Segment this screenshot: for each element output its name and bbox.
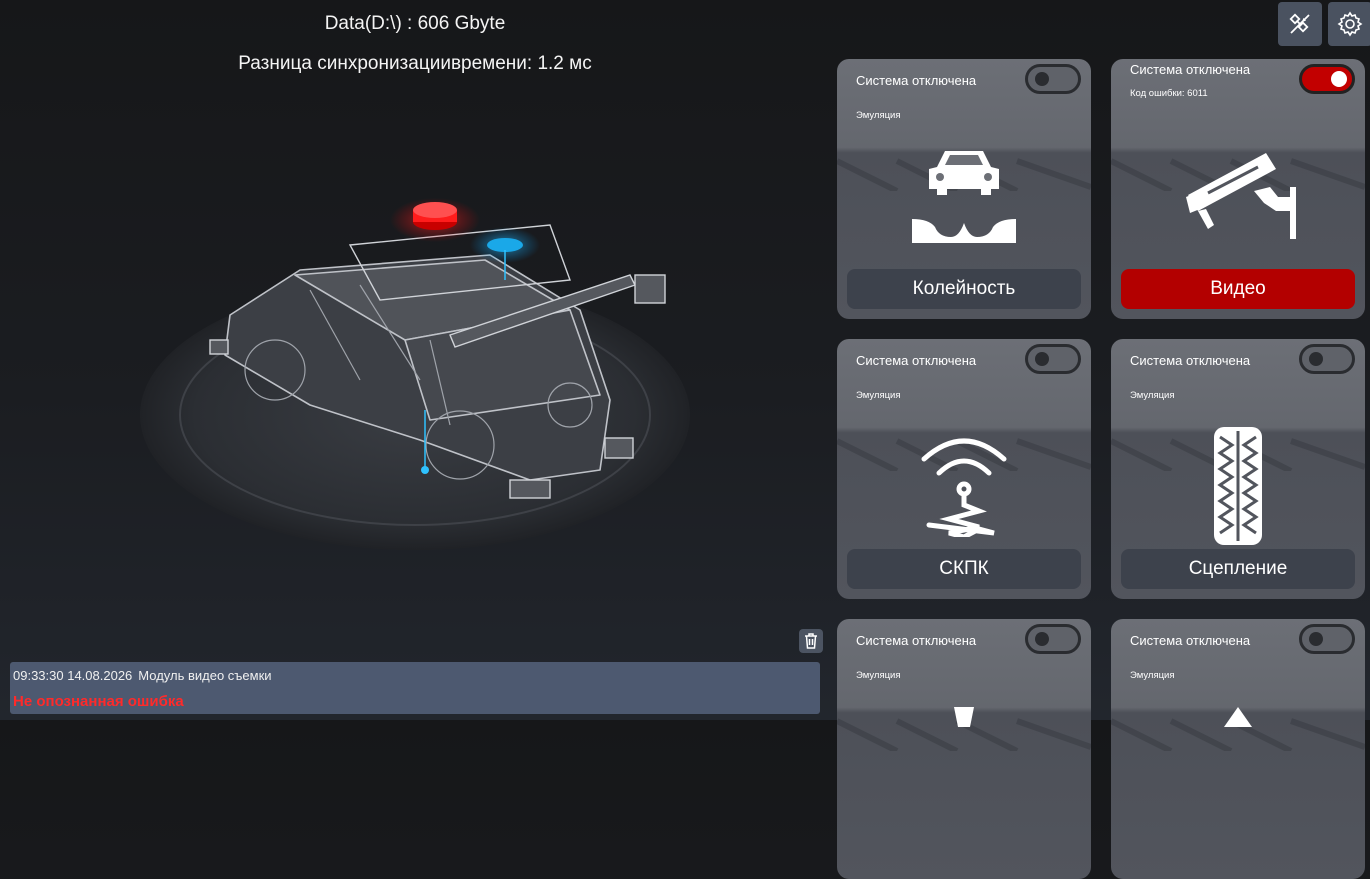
car-rut-icon [837, 147, 1091, 247]
gear-icon [1337, 11, 1363, 37]
camera-icon [1111, 147, 1365, 247]
log-module: Модуль видео съемки [138, 668, 272, 683]
card-status: Система отключена [1130, 62, 1251, 77]
system-card-video: Система отключена Код ошибки: 6011 Видео [1111, 59, 1365, 319]
system-card-6: Система отключена Эмуляция [1111, 619, 1365, 879]
satellite-off-icon [1289, 13, 1310, 34]
system-card-rut: Система отключена Эмуляция Колейность [837, 59, 1091, 319]
gps-button[interactable] [1278, 2, 1322, 46]
card-mode: Эмуляция [856, 670, 901, 681]
card-mode: Эмуляция [856, 390, 901, 401]
card-button-video[interactable]: Видео [1121, 269, 1355, 309]
disk-space-label: Data(D:\) : 606 Gbyte [324, 13, 506, 34]
system-toggle[interactable] [1299, 624, 1355, 654]
system-card-traction: Система отключена Эмуляция Сцепление [1111, 339, 1365, 599]
card-button-traction[interactable]: Сцепление [1121, 549, 1355, 589]
sensor-icon [837, 707, 1091, 807]
card-status: Система отключена [856, 353, 977, 368]
system-toggle[interactable] [1299, 64, 1355, 94]
log-timestamp: 09:33:30 14.08.2026 [13, 668, 133, 683]
card-error-code: Код ошибки: 6011 [1130, 88, 1208, 99]
toggle-knob [1309, 352, 1323, 366]
card-status: Система отключена [1130, 353, 1251, 368]
system-toggle[interactable] [1025, 624, 1081, 654]
card-status: Система отключена [856, 73, 977, 88]
toggle-knob [1035, 352, 1049, 366]
card-mode: Эмуляция [1130, 390, 1175, 401]
toggle-knob [1309, 632, 1323, 646]
system-toggle[interactable] [1025, 344, 1081, 374]
card-status: Система отключена [1130, 633, 1251, 648]
arrow-up-icon [1111, 707, 1365, 807]
card-mode: Эмуляция [1130, 670, 1175, 681]
vehicle-illustration [140, 198, 690, 550]
settings-button[interactable] [1328, 2, 1370, 46]
card-button-skpk[interactable]: СКПК [847, 549, 1081, 589]
card-button-rut[interactable]: Колейность [847, 269, 1081, 309]
log-error-message: Не опознанная ошибка [13, 693, 184, 710]
event-log: 09:33:30 14.08.2026 Модуль видео съемки Н… [10, 662, 820, 714]
system-card-5: Система отключена Эмуляция [837, 619, 1091, 879]
card-mode: Эмуляция [856, 110, 901, 121]
toggle-knob [1035, 632, 1049, 646]
trash-icon [805, 633, 817, 649]
antenna-signal-icon [837, 427, 1091, 537]
system-card-skpk: Система отключена Эмуляция СКПК [837, 339, 1091, 599]
toggle-knob [1035, 72, 1049, 86]
system-toggle[interactable] [1025, 64, 1081, 94]
clear-log-button[interactable] [799, 629, 823, 653]
tire-tread-icon [1111, 427, 1365, 545]
toggle-knob [1331, 71, 1347, 87]
log-entry-header: 09:33:30 14.08.2026 Модуль видео съемки [13, 668, 278, 683]
system-toggle[interactable] [1299, 344, 1355, 374]
time-sync-label: Разница синхронизациивремени: 1.2 мс [238, 53, 592, 74]
card-status: Система отключена [856, 633, 977, 648]
